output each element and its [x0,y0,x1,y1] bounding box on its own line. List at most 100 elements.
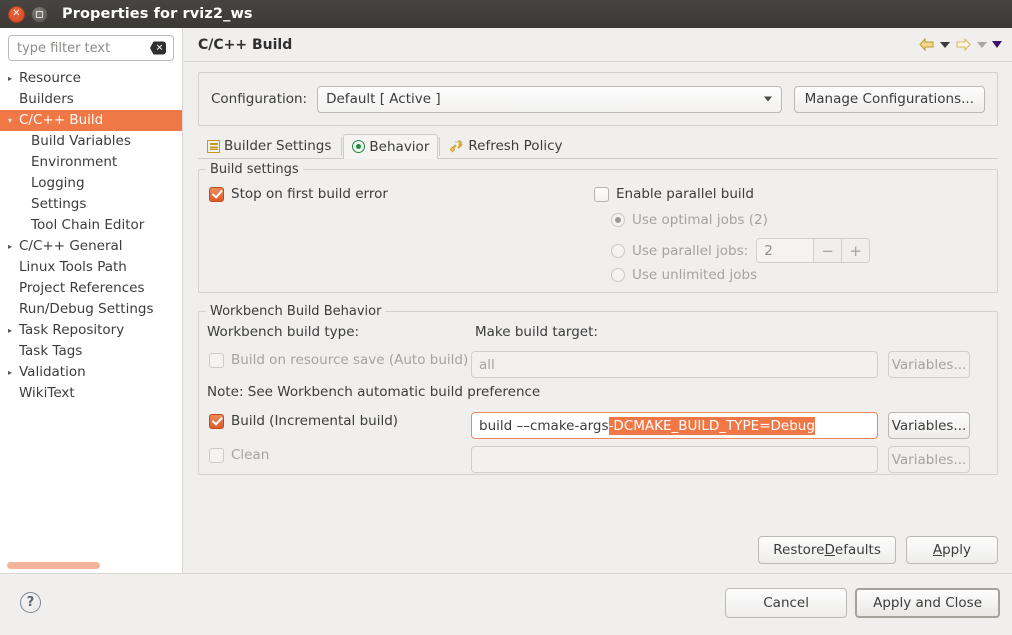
enable-parallel-build-row[interactable]: Enable parallel build [594,186,754,202]
incremental-build-target-value: build ––cmake-args [479,418,609,434]
parallel-jobs-stepper[interactable]: 2 − + [756,238,870,263]
filter-wrapper: ✕ [0,28,182,61]
stop-on-first-build-error-row[interactable]: Stop on first build error [209,186,388,202]
clean-label: Clean [231,447,269,463]
manage-configurations-button[interactable]: Manage Configurations... [794,86,985,113]
sidebar-item-task-repository[interactable]: ▸Task Repository [0,320,182,341]
clean-checkbox[interactable] [209,448,224,463]
sidebar-item-run-debug-settings[interactable]: Run/Debug Settings [0,299,182,320]
help-icon[interactable]: ? [20,592,41,613]
use-optimal-jobs-radio[interactable] [611,213,625,227]
tree-expander-icon[interactable]: ▸ [8,68,19,89]
sidebar-item-settings[interactable]: Settings [0,194,182,215]
restore-defaults-button[interactable]: Restore Defaults [758,536,896,564]
sidebar-item-c-c-build[interactable]: ▾C/C++ Build [0,110,182,131]
sidebar-item-tool-chain-editor[interactable]: Tool Chain Editor [0,215,182,236]
use-parallel-jobs-radio[interactable] [611,244,625,258]
tree-expander-icon[interactable]: ▾ [8,110,19,131]
window-title: Properties for rviz2_ws [62,6,253,22]
build-on-resource-save-row[interactable]: Build on resource save (Auto build) [209,352,468,368]
sidebar-item-task-tags[interactable]: Task Tags [0,341,182,362]
build-incremental-label: Build (Incremental build) [231,413,398,429]
enable-parallel-build-checkbox[interactable] [594,187,609,202]
tab-label: Builder Settings [224,138,331,154]
settings-tabs[interactable]: Builder Settings Behavior Refresh Policy [198,134,998,159]
tab-behavior[interactable]: Behavior [343,134,438,159]
sidebar-item-c-c-general[interactable]: ▸C/C++ General [0,236,182,257]
sidebar-item-wikitext[interactable]: WikiText [0,383,182,404]
tree-expander-icon[interactable]: ▸ [8,320,19,341]
search-input[interactable] [9,36,173,60]
workbench-build-type-label: Workbench build type: [207,324,359,340]
refresh-icon [450,140,464,153]
parallel-jobs-decrement-button[interactable]: − [813,239,841,262]
properties-dialog: ✕ ▸ResourceBuilders▾C/C++ BuildBuild Var… [0,28,1012,635]
sidebar-item-label: Resource [19,70,81,86]
build-on-resource-save-label: Build on resource save (Auto build) [231,352,468,368]
close-icon[interactable]: ✕ [8,6,25,23]
page-nav-icons [918,37,1002,52]
sidebar-item-label: Task Tags [19,343,82,359]
sidebar-item-build-variables[interactable]: Build Variables [0,131,182,152]
cancel-button[interactable]: Cancel [725,588,847,618]
filter-box[interactable]: ✕ [8,35,174,61]
scrollbar-thumb[interactable] [7,562,100,569]
parallel-jobs-value[interactable]: 2 [757,239,813,262]
use-unlimited-jobs-label: Use unlimited jobs [632,267,757,283]
configuration-frame: Configuration: Default [ Active ] Manage… [198,72,998,126]
tab-label: Refresh Policy [468,138,562,154]
use-parallel-jobs-label: Use parallel jobs: [632,243,748,259]
sidebar-item-resource[interactable]: ▸Resource [0,68,182,89]
apply-button[interactable]: Apply [906,536,998,564]
use-unlimited-jobs-row[interactable]: Use unlimited jobs [611,267,757,283]
sidebar-item-label: Run/Debug Settings [19,301,154,317]
configuration-select[interactable]: Default [ Active ] [317,86,782,113]
restore-defaults-post: efaults [835,542,881,558]
sidebar-item-label: Environment [31,154,117,170]
settings-tree[interactable]: ▸ResourceBuilders▾C/C++ BuildBuild Varia… [0,68,182,404]
tab-divider [341,137,342,156]
sidebar-item-label: Project References [19,280,145,296]
incremental-build-variables-button[interactable]: Variables... [888,412,970,439]
view-menu-chevron-down-icon[interactable] [992,41,1002,48]
tab-builder-settings[interactable]: Builder Settings [198,133,340,158]
forward-menu-chevron-down-icon[interactable] [977,42,987,48]
tree-expander-icon[interactable]: ▸ [8,362,19,383]
tree-horizontal-scrollbar[interactable] [0,559,182,573]
incremental-build-target-input[interactable]: build ––cmake-args -DCMAKE_BUILD_TYPE=De… [471,412,878,439]
sidebar-item-label: Build Variables [31,133,131,149]
stop-on-first-build-error-checkbox[interactable] [209,187,224,202]
apply-and-close-button[interactable]: Apply and Close [855,588,1000,618]
use-unlimited-jobs-radio[interactable] [611,268,625,282]
auto-build-target-input[interactable]: all [471,351,878,378]
use-parallel-jobs-row[interactable]: Use parallel jobs: 2 − + [611,238,870,263]
clean-row[interactable]: Clean [209,447,269,463]
sidebar-item-project-references[interactable]: Project References [0,278,182,299]
sidebar-item-linux-tools-path[interactable]: Linux Tools Path [0,257,182,278]
forward-arrow-icon[interactable] [955,37,972,52]
tab-refresh-policy[interactable]: Refresh Policy [441,133,571,158]
parallel-jobs-increment-button[interactable]: + [841,239,869,262]
auto-build-variables-button[interactable]: Variables... [888,351,970,378]
page-header: C/C++ Build [184,28,1012,62]
sidebar-item-label: Settings [31,196,86,212]
build-on-resource-save-checkbox[interactable] [209,353,224,368]
configuration-selected-value: Default [ Active ] [326,91,441,107]
back-menu-chevron-down-icon[interactable] [940,42,950,48]
build-incremental-row[interactable]: Build (Incremental build) [209,413,398,429]
use-optimal-jobs-row[interactable]: Use optimal jobs (2) [611,212,768,228]
clean-target-input[interactable] [471,446,878,473]
maximize-icon[interactable] [31,6,48,23]
stop-on-first-build-error-label: Stop on first build error [231,186,388,202]
sidebar-item-environment[interactable]: Environment [0,152,182,173]
sidebar-item-builders[interactable]: Builders [0,89,182,110]
lines-icon [207,140,220,153]
clean-variables-button[interactable]: Variables... [888,446,970,473]
sidebar-item-logging[interactable]: Logging [0,173,182,194]
tab-divider [439,137,440,156]
back-arrow-icon[interactable] [918,37,935,52]
sidebar-item-label: Builders [19,91,74,107]
tree-expander-icon[interactable]: ▸ [8,236,19,257]
sidebar-item-validation[interactable]: ▸Validation [0,362,182,383]
build-incremental-checkbox[interactable] [209,414,224,429]
